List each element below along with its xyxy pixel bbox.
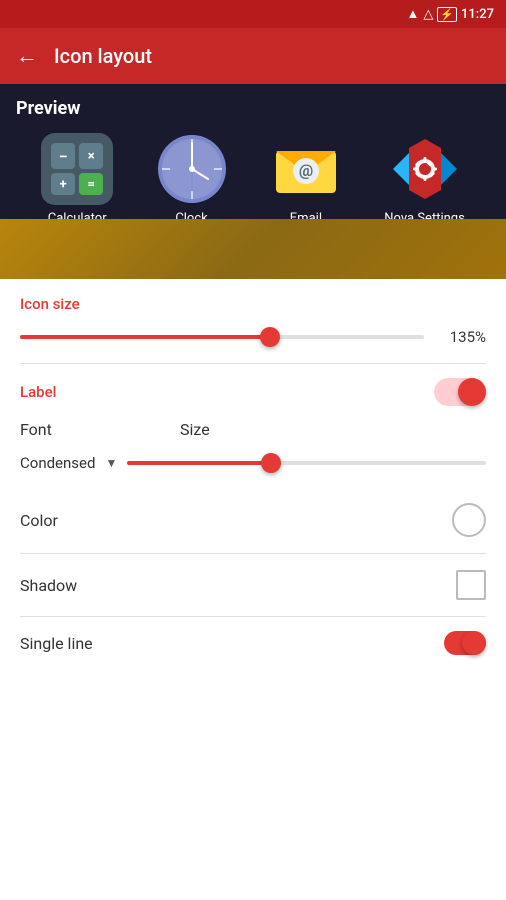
preview-background [0, 219, 506, 279]
icon-size-title: Icon size [20, 295, 486, 313]
slider-thumb[interactable] [260, 327, 280, 347]
icon-size-value: 135% [438, 328, 486, 346]
preview-label: Preview [16, 98, 490, 119]
app-bar-title: Icon layout [54, 44, 152, 68]
condensed-row: Condensed ▼ [20, 453, 486, 473]
condensed-dropdown-arrow[interactable]: ▼ [105, 456, 117, 470]
calc-plus: + [51, 173, 75, 195]
status-bar: ▲ △ ⚡ 11:27 [0, 0, 506, 28]
settings-content: Icon size 135% Label Font Size Con [0, 279, 506, 669]
label-toggle[interactable] [434, 378, 486, 406]
toggle-thumb [458, 378, 486, 406]
app-bar: ← Icon layout [0, 28, 506, 84]
clock-icon [156, 133, 228, 205]
calculator-icon: − × + = [41, 133, 113, 205]
shadow-square[interactable] [456, 570, 486, 600]
app-icon-calculator: − × + = Calculator [41, 133, 113, 226]
status-icons: ▲ △ ⚡ 11:27 [406, 6, 494, 22]
signal-icon: △ [423, 7, 433, 22]
app-icon-clock: Clock [156, 133, 228, 226]
label-section: Label Font Size Condensed ▼ [0, 364, 506, 487]
condensed-slider[interactable] [127, 453, 486, 473]
single-line-toggle-thumb [462, 631, 486, 655]
shadow-label: Shadow [20, 576, 77, 595]
calc-multiply: × [79, 143, 103, 169]
calc-equals: = [79, 173, 103, 195]
app-icon-email: @ Email [270, 133, 342, 226]
single-line-row: Single line [0, 617, 506, 669]
email-icon: @ [270, 133, 342, 205]
nova-icon [389, 133, 461, 205]
font-label: Font [20, 420, 180, 439]
icon-size-section: Icon size 135% [0, 279, 506, 363]
battery-icon: ⚡ [437, 7, 457, 22]
condensed-slider-track [127, 461, 486, 465]
wifi-icon: ▲ [406, 6, 419, 22]
shadow-row: Shadow [0, 554, 506, 616]
calc-minus: − [51, 143, 75, 169]
back-button[interactable]: ← [16, 43, 38, 69]
icon-size-slider-row: 135% [20, 327, 486, 347]
slider-fill [20, 335, 270, 339]
condensed-text: Condensed [20, 454, 95, 472]
single-line-label: Single line [20, 634, 93, 653]
status-time: 11:27 [461, 7, 494, 22]
color-row: Color [0, 487, 506, 553]
font-size-row: Font Size [20, 420, 486, 439]
color-label: Color [20, 511, 58, 530]
color-circle[interactable] [452, 503, 486, 537]
svg-text:@: @ [299, 161, 313, 180]
single-line-toggle[interactable] [444, 631, 486, 655]
condensed-slider-thumb[interactable] [261, 453, 281, 473]
slider-track [20, 335, 424, 339]
label-header: Label [20, 378, 486, 406]
preview-icons-row: − × + = Calculator [16, 133, 490, 226]
condensed-slider-fill [127, 461, 270, 465]
preview-section: Preview − × + = Calculator [0, 84, 506, 279]
size-label: Size [180, 420, 210, 439]
app-icon-nova: Nova Settings [384, 133, 465, 226]
icon-size-slider[interactable] [20, 327, 424, 347]
label-title: Label [20, 383, 56, 401]
